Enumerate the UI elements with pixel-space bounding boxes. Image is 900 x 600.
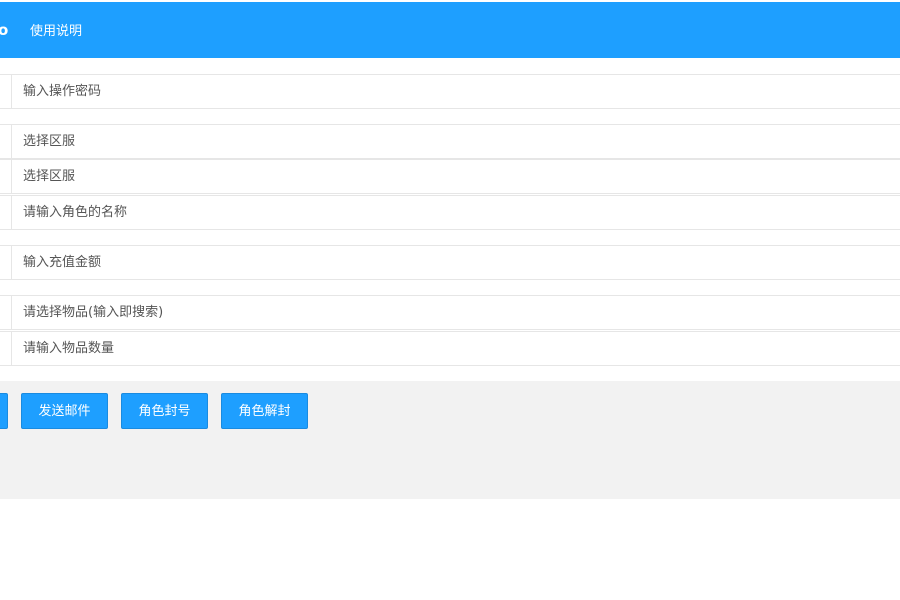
recharge-row: [0, 245, 900, 280]
help-link[interactable]: 使用说明: [30, 22, 82, 42]
role-name-label: [0, 196, 12, 229]
role-name-row: [0, 195, 900, 230]
password-row: [0, 74, 900, 109]
ban-role-button[interactable]: 角色封号: [121, 393, 208, 429]
password-label: [0, 75, 12, 108]
app-logo-fragment: o: [0, 21, 9, 39]
password-input[interactable]: [13, 75, 900, 108]
item-qty-row: [0, 331, 900, 366]
unban-role-button[interactable]: 角色解封: [221, 393, 308, 429]
server-label-2: [0, 160, 12, 193]
recharge-label: [0, 246, 12, 279]
item-qty-label: [0, 332, 12, 365]
send-mail-button[interactable]: 发送邮件: [21, 393, 108, 429]
top-header: o 使用说明: [0, 2, 900, 58]
item-select-row: [0, 295, 900, 330]
item-label: [0, 296, 12, 329]
item-quantity-input[interactable]: [13, 332, 900, 365]
action-button-clipped[interactable]: [0, 393, 8, 429]
server-label-1: [0, 125, 12, 158]
server-select-2[interactable]: [13, 160, 900, 193]
item-search-input[interactable]: [13, 296, 900, 329]
server-select-1[interactable]: [13, 125, 900, 158]
role-name-input[interactable]: [13, 196, 900, 229]
server-select-row-2: [0, 159, 900, 194]
server-select-row-1: [0, 124, 900, 159]
recharge-amount-input[interactable]: [13, 246, 900, 279]
action-panel: 发送邮件 角色封号 角色解封: [0, 381, 900, 499]
